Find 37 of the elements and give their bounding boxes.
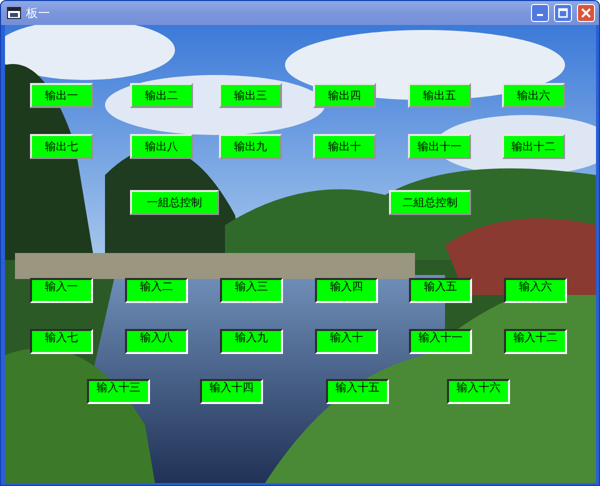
output-button[interactable]: 输出一 [30,83,93,108]
app-window-icon [7,7,21,19]
output-button[interactable]: 输出二 [130,83,193,108]
input-label: 输入四 [315,278,378,303]
input-label: 输入十一 [409,329,472,354]
close-icon [581,8,591,18]
output-button[interactable]: 输出四 [313,83,376,108]
input-label: 输入十六 [447,379,510,404]
close-button[interactable] [577,4,595,22]
input-label: 输入十二 [504,329,567,354]
group-control-button[interactable]: 二組总控制 [389,190,471,215]
input-label: 输入三 [220,278,283,303]
input-label: 输入九 [220,329,283,354]
maximize-icon [558,8,568,18]
input-label: 输入五 [409,278,472,303]
input-label: 输入八 [125,329,188,354]
output-button[interactable]: 输出七 [30,134,93,159]
output-button[interactable]: 输出八 [130,134,193,159]
group-control-button[interactable]: 一組总控制 [130,190,219,215]
output-button[interactable]: 输出十 [313,134,376,159]
output-button[interactable]: 输出九 [219,134,282,159]
minimize-button[interactable] [531,4,549,22]
input-label: 输入十五 [326,379,389,404]
input-label: 输入七 [30,329,93,354]
input-label: 输入十四 [200,379,263,404]
output-button[interactable]: 输出三 [219,83,282,108]
input-label: 输入六 [504,278,567,303]
output-button[interactable]: 输出十二 [502,134,565,159]
window-title: 板一 [26,4,51,22]
input-label: 输入十三 [87,379,150,404]
input-label: 输入二 [125,278,188,303]
maximize-button[interactable] [554,4,572,22]
input-label: 输入一 [30,278,93,303]
output-button[interactable]: 输出十一 [408,134,471,159]
input-label: 输入十 [315,329,378,354]
output-button[interactable]: 输出六 [502,83,565,108]
output-button[interactable]: 输出五 [408,83,471,108]
